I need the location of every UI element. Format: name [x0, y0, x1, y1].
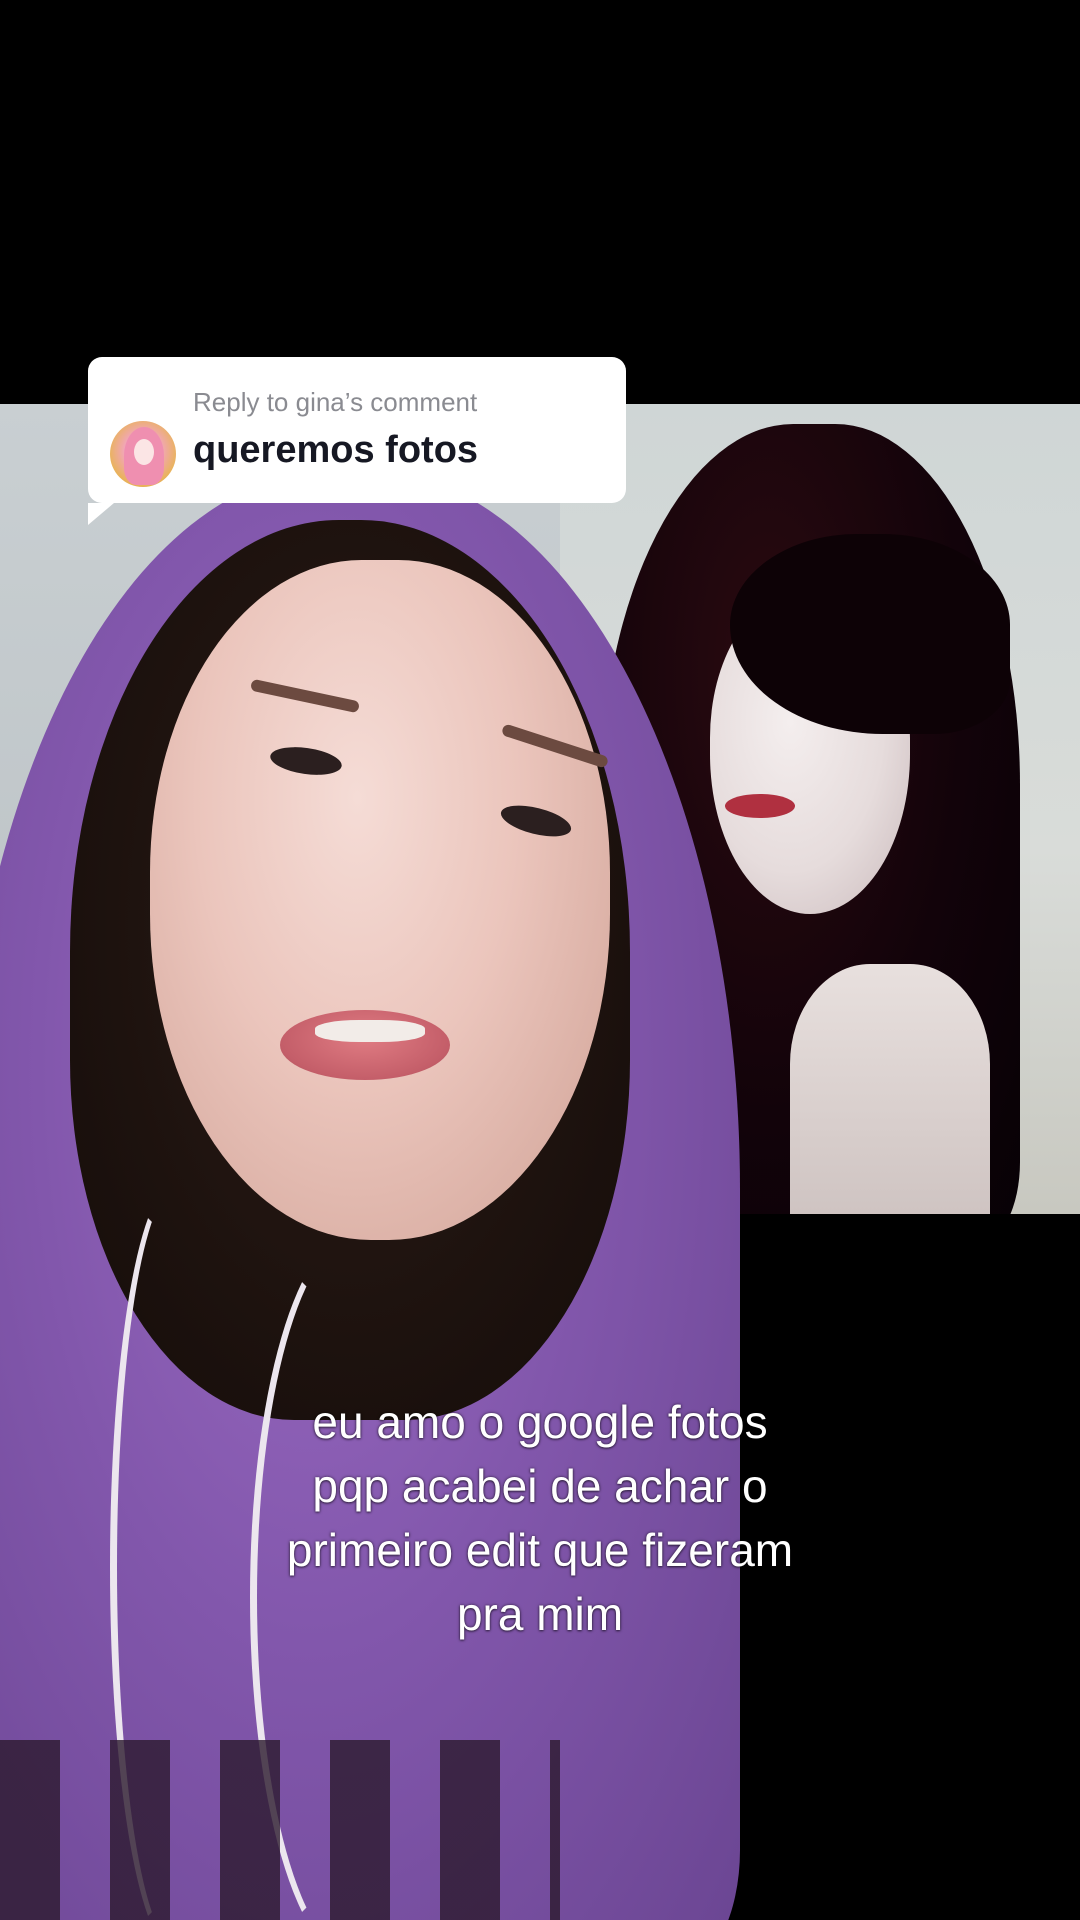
face: [150, 560, 610, 1240]
caption-line: pra mim: [456, 1588, 624, 1640]
caption-line: pqp acabei de achar o: [312, 1460, 768, 1512]
sweatshirt-print: [0, 1740, 560, 1920]
video-caption: eu amo o google fotos pqp acabei de acha…: [140, 1390, 940, 1646]
commenter-avatar[interactable]: [110, 421, 176, 487]
teeth: [315, 1020, 425, 1042]
inset-lips: [725, 794, 795, 818]
inset-shoulder: [790, 964, 990, 1214]
reply-label: Reply to gina’s comment: [193, 387, 478, 417]
avatar-face: [134, 439, 154, 465]
caption-line: eu amo o google fotos: [312, 1396, 768, 1448]
reply-comment-text: queremos fotos: [193, 429, 479, 471]
caption-line: primeiro edit que fizeram: [286, 1524, 794, 1576]
reply-comment-bubble[interactable]: Reply to gina’s comment queremos fotos: [88, 357, 626, 525]
